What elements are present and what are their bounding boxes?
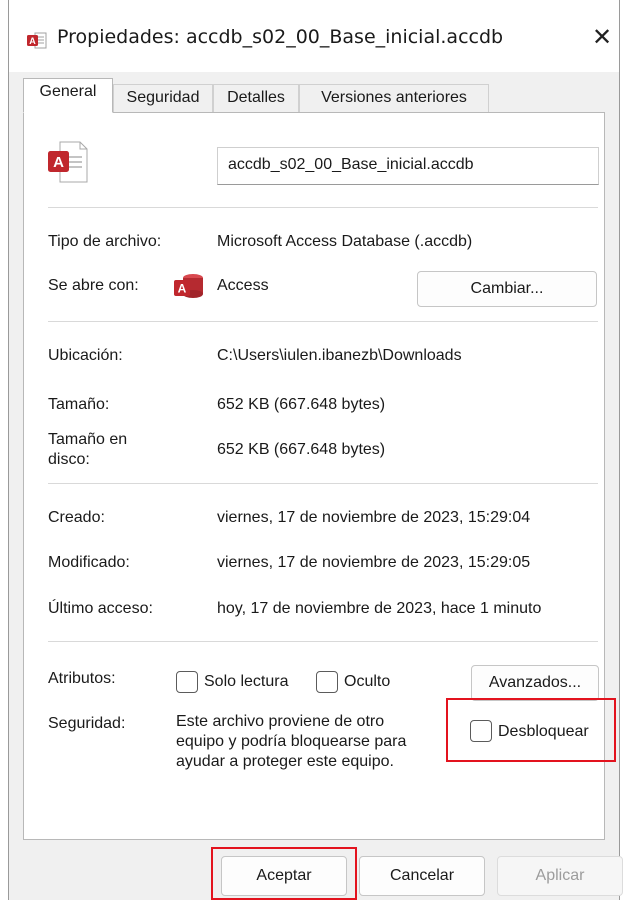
- accessed-value: hoy, 17 de noviembre de 2023, hace 1 min…: [217, 600, 542, 617]
- window-title: Propiedades: accdb_s02_00_Base_inicial.a…: [57, 26, 504, 48]
- file-name-field[interactable]: accdb_s02_00_Base_inicial.accdb: [217, 147, 599, 185]
- disk-size-label-cont: disco:: [48, 451, 90, 468]
- separator: [48, 321, 598, 322]
- hidden-checkbox[interactable]: [316, 671, 338, 693]
- unblock-label[interactable]: Desbloquear: [498, 723, 589, 741]
- file-type-label: Tipo de archivo:: [48, 233, 162, 250]
- disk-size-value: 652 KB (667.648 bytes): [217, 441, 386, 458]
- created-value: viernes, 17 de noviembre de 2023, 15:29:…: [217, 509, 531, 526]
- properties-dialog: A Propiedades: accdb_s02_00_Base_inicial…: [8, 0, 623, 900]
- separator: [48, 207, 598, 208]
- change-button[interactable]: Cambiar...: [417, 271, 597, 307]
- security-text-cont: equipo y podría bloquearse para: [176, 733, 407, 750]
- modified-label: Modificado:: [48, 554, 130, 571]
- created-label: Creado:: [48, 509, 105, 526]
- separator: [48, 483, 598, 484]
- opens-with-value: Access: [217, 277, 269, 294]
- disk-size-label: Tamaño en: [48, 431, 128, 448]
- access-app-icon: A: [174, 274, 203, 298]
- tab-strip: General Seguridad Detalles Versiones ant…: [9, 72, 619, 113]
- advanced-button[interactable]: Avanzados...: [471, 665, 599, 701]
- accessed-label: Último acceso:: [48, 600, 153, 617]
- svg-text:A: A: [178, 282, 187, 296]
- ok-button[interactable]: Aceptar: [221, 856, 347, 896]
- cancel-button[interactable]: Cancelar: [359, 856, 485, 896]
- location-value: C:\Users\iulen.ibanezb\Downloads: [217, 347, 462, 364]
- separator: [48, 641, 598, 642]
- title-bar: A Propiedades: accdb_s02_00_Base_inicial…: [9, 0, 619, 72]
- tab-details[interactable]: Detalles: [213, 84, 299, 112]
- unblock-checkbox[interactable]: [470, 720, 492, 742]
- tab-general[interactable]: General: [23, 78, 113, 113]
- apply-button[interactable]: Aplicar: [497, 856, 623, 896]
- attributes-label: Atributos:: [48, 670, 116, 687]
- security-text: Este archivo proviene de otro: [176, 713, 385, 730]
- tab-previous-versions[interactable]: Versiones anteriores: [299, 84, 489, 112]
- security-text-cont: ayudar a proteger este equipo.: [176, 753, 394, 770]
- access-file-icon: A: [48, 141, 88, 183]
- readonly-label[interactable]: Solo lectura: [204, 673, 289, 691]
- readonly-checkbox[interactable]: [176, 671, 198, 693]
- svg-text:A: A: [29, 36, 36, 46]
- general-panel: A accdb_s02_00_Base_inicial.accdb Tipo d…: [23, 112, 616, 840]
- file-type-value: Microsoft Access Database (.accdb): [217, 233, 473, 250]
- access-file-icon: A: [27, 32, 47, 49]
- size-label: Tamaño:: [48, 396, 110, 413]
- security-label: Seguridad:: [48, 715, 126, 732]
- size-value: 652 KB (667.648 bytes): [217, 396, 386, 413]
- modified-value: viernes, 17 de noviembre de 2023, 15:29:…: [217, 554, 531, 571]
- opens-with-label: Se abre con:: [48, 277, 139, 294]
- location-label: Ubicación:: [48, 347, 123, 364]
- hidden-label[interactable]: Oculto: [344, 673, 390, 691]
- tab-security[interactable]: Seguridad: [113, 84, 213, 112]
- svg-text:A: A: [53, 154, 64, 171]
- close-icon[interactable]: ✕: [587, 22, 617, 52]
